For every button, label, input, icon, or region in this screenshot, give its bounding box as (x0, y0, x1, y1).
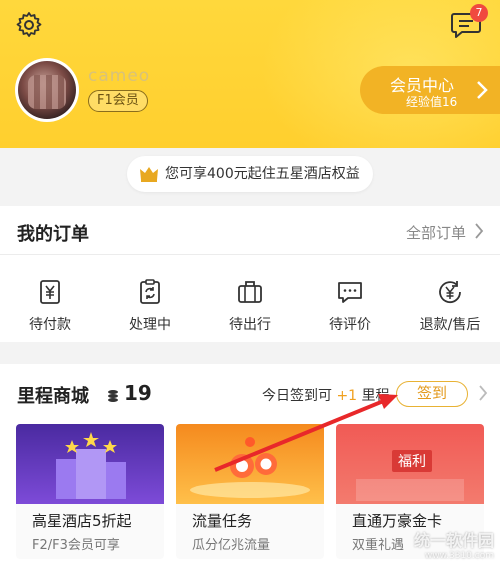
coin-stack-icon (108, 390, 118, 402)
avatar[interactable] (15, 58, 79, 122)
chevron-right-icon (475, 223, 484, 239)
suitcase-icon (238, 281, 262, 303)
message-button[interactable]: 7 (450, 4, 488, 40)
order-item-label: 退款/售后 (419, 317, 481, 333)
card-subtitle: 双重礼遇 (352, 538, 405, 553)
sign-prefix: 今日签到可 (262, 388, 332, 404)
sign-bonus: +1 (336, 388, 358, 404)
notification-badge: 7 (470, 4, 488, 22)
lottery-balls-illustration (190, 437, 310, 498)
order-processing[interactable]: 处理中 (105, 278, 195, 334)
orders-section: 我的订单 全部订单 待付款 处理中 待出行 待评价 退款/售后 (0, 206, 500, 342)
marriott-image: 福利 (336, 424, 484, 504)
card-title: 流量任务 (192, 512, 253, 530)
hotel-skyline-illustration (56, 432, 126, 499)
crown-icon (140, 167, 158, 182)
mosaic-blur (28, 75, 66, 109)
sign-suffix: 里程 (361, 388, 390, 404)
perk-text: 您可享400元起住五星酒店权益 (165, 166, 360, 182)
watermark-url: www.3310.com (424, 551, 494, 561)
order-item-label: 待评价 (329, 317, 371, 333)
orders-title: 我的订单 (17, 224, 89, 245)
chevron-right-icon (477, 81, 488, 99)
sign-in-hint: 今日签到可 +1 里程 (262, 385, 390, 405)
refund-yen-icon (439, 281, 461, 304)
watermark-name: 统一软件园 (413, 531, 494, 550)
welfare-banner-illustration: 福利 (356, 450, 464, 501)
mall-title: 里程商城 (17, 386, 89, 407)
comment-icon (338, 282, 362, 303)
refresh-clipboard-icon (140, 279, 160, 304)
order-upcoming-trip[interactable]: 待出行 (205, 278, 295, 334)
welfare-label: 福利 (398, 454, 426, 470)
card-subtitle: F2/F3会员可享 (32, 538, 120, 553)
profile-header: 7 cameo F1会员 会员中心 经验值16 (0, 0, 500, 148)
order-pending-payment[interactable]: 待付款 (5, 278, 95, 334)
vip-center-button[interactable]: 会员中心 经验值16 (360, 66, 500, 114)
order-item-label: 待出行 (229, 317, 271, 333)
username: cameo (88, 66, 151, 86)
order-refund[interactable]: 退款/售后 (405, 278, 495, 334)
hotel-image (16, 424, 164, 504)
member-level-badge: F1会员 (88, 90, 148, 112)
order-item-label: 待付款 (29, 317, 71, 333)
vip-experience: 经验值16 (406, 95, 458, 109)
card-title: 高星酒店5折起 (32, 512, 132, 530)
gear-icon[interactable] (14, 10, 44, 40)
order-item-label: 处理中 (129, 317, 171, 333)
card-subtitle: 瓜分亿兆流量 (192, 538, 271, 553)
mall-card-hotel[interactable]: 高星酒店5折起 F2/F3会员可享 (16, 424, 164, 559)
yen-bill-icon (40, 280, 60, 304)
mileage-points: 19 (124, 381, 152, 405)
chevron-right-icon[interactable] (478, 384, 488, 402)
watermark: 统一软件园 www.3310.com (414, 527, 494, 561)
mall-card-data-task[interactable]: 流量任务 瓜分亿兆流量 (176, 424, 324, 559)
data-task-image (176, 424, 324, 504)
all-orders-link[interactable]: 全部订单 (406, 222, 466, 243)
perk-banner[interactable]: 您可享400元起住五星酒店权益 (127, 156, 373, 192)
sign-in-button[interactable]: 签到 (396, 381, 468, 407)
order-pending-review[interactable]: 待评价 (305, 278, 395, 334)
divider (0, 254, 500, 255)
